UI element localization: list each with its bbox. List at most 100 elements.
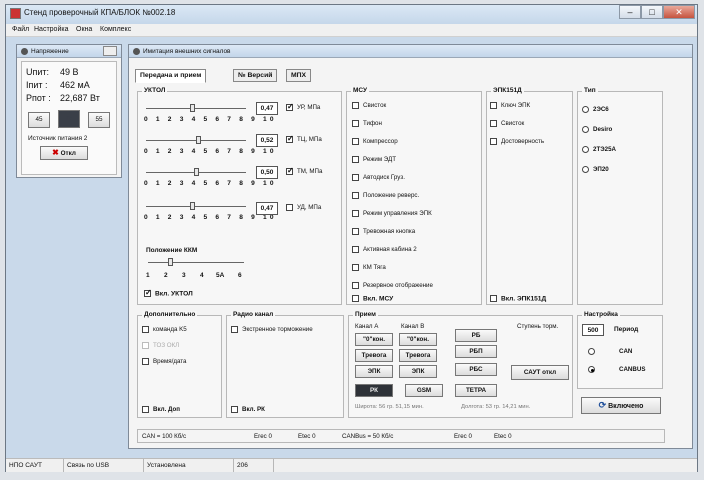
slider-thumb[interactable] xyxy=(190,202,195,210)
checkbox-icon xyxy=(352,282,359,289)
msu-item[interactable]: Компрессор xyxy=(352,138,398,145)
checkbox-icon xyxy=(286,102,294,111)
msu-item[interactable]: Положение реверс. xyxy=(352,192,419,199)
power-off-label: Откл xyxy=(60,150,76,157)
tm-checkbox[interactable]: ТМ, МПа xyxy=(286,166,322,175)
voltage-55-button[interactable]: 55 xyxy=(88,112,110,128)
epk-item[interactable]: Свисток xyxy=(490,120,524,127)
radio-enable-checkbox[interactable]: Вкл. РК xyxy=(231,406,265,413)
msu-item[interactable]: Активная кабина 2 xyxy=(352,246,417,253)
ur-slider[interactable]: 0 1 2 3 4 5 6 7 8 9 10 xyxy=(142,104,274,128)
checkbox-icon xyxy=(352,156,359,163)
power-panel-titlebar: Напряжение xyxy=(17,45,121,58)
slider-thumb[interactable] xyxy=(190,104,195,112)
channel-a-alarm-button[interactable]: Тревога xyxy=(355,349,393,362)
enable-button[interactable]: ⟳ Включено xyxy=(581,397,661,414)
msu-item[interactable]: Резервное отображение xyxy=(352,282,433,289)
extra-enable-checkbox[interactable]: Вкл. Доп xyxy=(142,406,180,413)
rbp-button[interactable]: РБП xyxy=(455,345,497,358)
canbus-radio[interactable]: CANBUS xyxy=(588,366,645,373)
type-radio[interactable]: 2ЭС6 xyxy=(582,106,609,113)
msu-item[interactable]: Автодиск Груз. xyxy=(352,174,405,181)
epk-item[interactable]: Ключ ЭПК xyxy=(490,102,530,109)
saut-off-button[interactable]: САУТ откл xyxy=(511,365,569,380)
kkm-tick: 5А xyxy=(216,272,225,279)
rk-mode-button[interactable]: РК xyxy=(355,384,393,397)
radio-item[interactable]: Экстренное торможение xyxy=(231,326,313,333)
period-input[interactable]: 500 xyxy=(582,324,604,336)
ud-slider[interactable]: 0 1 2 3 4 5 6 7 8 9 10 xyxy=(142,202,274,226)
rb-button[interactable]: РБ xyxy=(455,329,497,342)
msu-item[interactable]: КМ Тяга xyxy=(352,264,386,271)
panel-restore-button[interactable] xyxy=(103,46,117,56)
msu-item[interactable]: Тревожная кнопка xyxy=(352,228,415,235)
ur-checkbox[interactable]: УР, МПа xyxy=(286,102,321,112)
checkbox-icon xyxy=(352,120,359,127)
type-group: Тип 2ЭС6 Desiro 2ТЭ25А ЭП20 xyxy=(577,87,663,305)
kkm-tick: 3 xyxy=(182,272,186,279)
kkm-tick: 4 xyxy=(200,272,204,279)
channel-b-epk-button[interactable]: ЭПК xyxy=(399,365,437,378)
ud-checkbox[interactable]: УД, МПа xyxy=(286,204,321,211)
can-radio[interactable]: CAN xyxy=(588,348,632,355)
power-off-button[interactable]: ✖ Откл xyxy=(40,146,88,160)
menu-file[interactable]: Файл xyxy=(12,26,29,33)
ur-label: УР, МПа xyxy=(297,104,321,112)
tc-slider[interactable]: 0 1 2 3 4 5 6 7 8 9 10 xyxy=(142,136,274,160)
kkm-slider[interactable]: 1 2 3 4 5А 6 xyxy=(144,258,254,282)
tab-mph[interactable]: МПХ xyxy=(286,69,312,82)
type-radio[interactable]: ЭП20 xyxy=(582,166,609,173)
checkbox-icon xyxy=(142,406,149,413)
extra-item[interactable]: Время/дата xyxy=(142,358,186,365)
checkbox-icon xyxy=(142,358,149,365)
slider-thumb[interactable] xyxy=(168,258,173,266)
voltage-75-button[interactable]: 75 xyxy=(58,110,80,128)
tab-versions[interactable]: № Версий xyxy=(233,69,278,82)
minimize-button[interactable]: – xyxy=(619,5,641,19)
menu-complex[interactable]: Комплекс xyxy=(100,26,131,33)
channel-b-alarm-button[interactable]: Тревога xyxy=(399,349,437,362)
type-radio[interactable]: 2ТЭ25А xyxy=(582,146,616,153)
menu-settings[interactable]: Настройка xyxy=(34,26,68,33)
msu-enable-checkbox[interactable]: Вкл. МСУ xyxy=(352,295,393,302)
checkbox-icon xyxy=(352,246,359,253)
channel-a-epk-button[interactable]: ЭПК xyxy=(355,365,393,378)
uktol-enable-checkbox[interactable]: Вкл. УКТОЛ xyxy=(144,288,193,297)
type-radio[interactable]: Desiro xyxy=(582,126,612,133)
slider-thumb[interactable] xyxy=(194,168,199,176)
rbs-button[interactable]: РБС xyxy=(455,363,497,376)
close-button[interactable]: ✕ xyxy=(663,5,695,19)
channel-b-zero-button[interactable]: "0"кон. xyxy=(399,333,437,346)
checkbox-icon xyxy=(490,138,497,145)
ud-label: УД, МПа xyxy=(297,204,322,212)
extra-item-label: команда K5 xyxy=(153,326,187,334)
checkbox-icon xyxy=(352,264,359,271)
menu-windows[interactable]: Окна xyxy=(76,26,92,33)
msu-item[interactable]: Тифон xyxy=(352,120,382,127)
status-company: НПО САУТ xyxy=(6,459,64,472)
checkbox-icon xyxy=(352,210,359,217)
extra-group: Дополнительно команда K5 ТОЗ ОКЛ Время/д… xyxy=(137,311,222,418)
tm-slider[interactable]: 0 1 2 3 4 5 6 7 8 9 10 xyxy=(142,168,274,192)
channel-a-zero-button[interactable]: "0"кон. xyxy=(355,333,393,346)
msu-item[interactable]: Режим ЭДТ xyxy=(352,156,396,163)
tm-value: 0,50 xyxy=(256,166,278,179)
tc-checkbox[interactable]: ТЦ, МПа xyxy=(286,134,322,143)
msu-item[interactable]: Свисток xyxy=(352,102,386,109)
slider-thumb[interactable] xyxy=(196,136,201,144)
epk-item[interactable]: Достоверность xyxy=(490,138,544,145)
tab-transmit-receive[interactable]: Передача и прием xyxy=(135,69,207,83)
tetra-mode-button[interactable]: ТЕТРА xyxy=(455,384,497,397)
checkbox-icon xyxy=(352,295,359,302)
voltage-45-button[interactable]: 45 xyxy=(28,112,50,128)
radio-icon xyxy=(588,348,595,355)
extra-item[interactable]: команда K5 xyxy=(142,326,187,333)
period-label: Период xyxy=(614,326,639,333)
msu-item[interactable]: Режим управления ЭПК xyxy=(352,210,432,217)
refresh-icon: ⟳ xyxy=(598,400,607,410)
gsm-mode-button[interactable]: GSM xyxy=(405,384,443,397)
type-label: 2ТЭ25А xyxy=(593,146,616,154)
can-info-bar: CAN = 100 Кб/с Erec 0 Etec 0 CANBus = 50… xyxy=(137,429,665,443)
maximize-button[interactable]: □ xyxy=(641,5,663,19)
epk-enable-checkbox[interactable]: Вкл. ЭПК151Д xyxy=(490,295,546,302)
